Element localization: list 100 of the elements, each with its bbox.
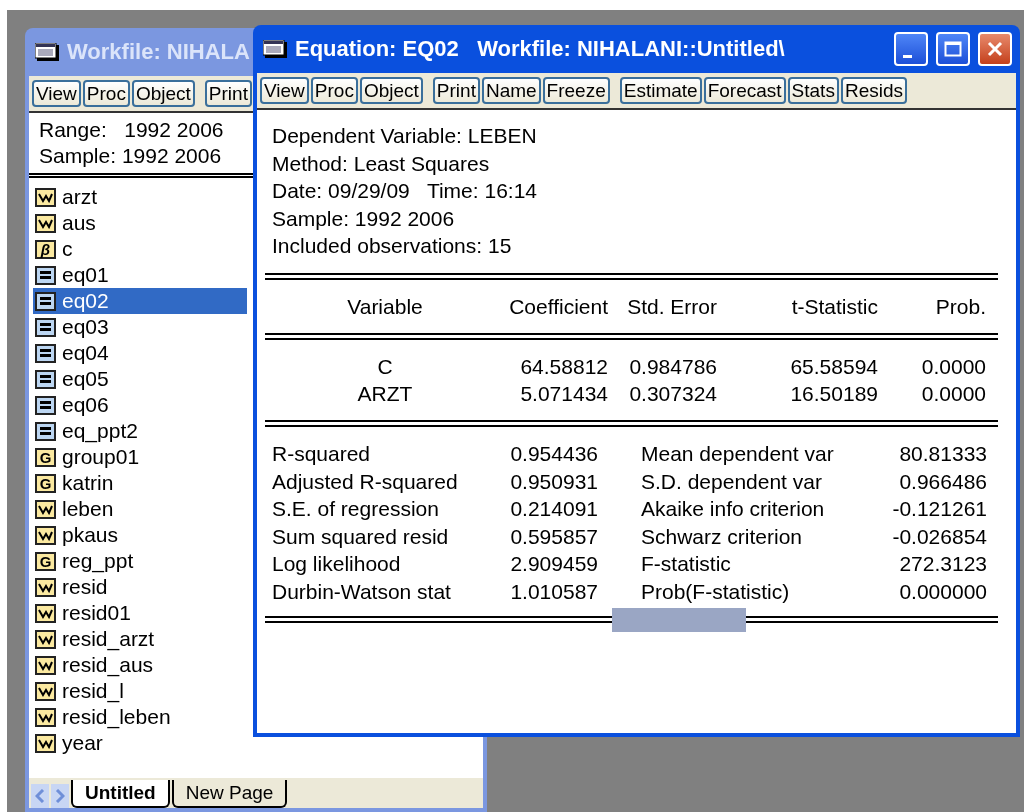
- object-name: eq05: [62, 367, 109, 391]
- chevron-left-icon: [35, 789, 45, 803]
- series-icon: [35, 213, 56, 233]
- minimize-button[interactable]: [894, 32, 928, 66]
- series-icon: [35, 603, 56, 623]
- toolbar-button[interactable]: Freeze: [542, 77, 610, 104]
- object-item[interactable]: arzt: [33, 184, 247, 210]
- object-item[interactable]: eq02: [33, 288, 247, 314]
- stat-label: Sum squared resid: [272, 523, 450, 550]
- object-item[interactable]: β c: [33, 236, 247, 262]
- object-name: pkaus: [62, 523, 119, 547]
- toolbar-button[interactable]: Forecast: [703, 77, 786, 104]
- object-item[interactable]: G katrin: [33, 470, 247, 496]
- table-cell-text: 0.0000: [920, 380, 986, 407]
- stat-value: -0.026854: [891, 523, 987, 550]
- object-name: resid_aus: [62, 653, 154, 677]
- table-cell-text: ARZT: [356, 380, 414, 407]
- toolbar-button[interactable]: Object: [131, 80, 195, 107]
- object-item[interactable]: year: [33, 730, 247, 756]
- object-item[interactable]: resid_arzt: [33, 626, 247, 652]
- header-line: Sample: 1992 2006: [272, 205, 455, 232]
- table-cell-text: 16.50189: [789, 380, 878, 407]
- object-item[interactable]: resid_aus: [33, 652, 247, 678]
- object-item[interactable]: eq03: [33, 314, 247, 340]
- close-button[interactable]: [978, 32, 1012, 66]
- toolbar-button[interactable]: Print: [204, 80, 252, 107]
- object-name: year: [62, 731, 103, 755]
- object-name: group01: [62, 445, 140, 469]
- series-icon: [35, 499, 56, 519]
- toolbar-button[interactable]: Object: [359, 77, 423, 104]
- stat-label: Akaike info criterion: [640, 496, 826, 523]
- column-header: Prob.: [934, 293, 986, 320]
- equation-icon: [35, 317, 56, 337]
- stat-value: 0.000000: [898, 578, 987, 605]
- header-line: Dependent Variable: LEBEN: [272, 123, 537, 149]
- stat-label: S.E. of regression: [272, 496, 440, 523]
- object-item[interactable]: pkaus: [33, 522, 247, 548]
- object-name: eq01: [62, 263, 109, 287]
- toolbar-button[interactable]: View: [32, 80, 81, 107]
- object-item[interactable]: eq_ppt2: [33, 418, 247, 444]
- object-item[interactable]: resid: [33, 574, 247, 600]
- series-icon: [35, 733, 56, 753]
- window-icon: [35, 43, 59, 61]
- stat-value: 0.595857: [509, 523, 598, 550]
- stat-value: 0.214091: [509, 496, 598, 523]
- equation-icon: [35, 265, 56, 285]
- series-icon: [35, 525, 56, 545]
- page-tab[interactable]: Untitled: [71, 780, 170, 808]
- column-header: Coefficient: [508, 293, 608, 320]
- toolbar-button[interactable]: View: [260, 77, 309, 104]
- table-cell-text: 65.58594: [789, 353, 878, 380]
- object-item[interactable]: resid_leben: [33, 704, 247, 730]
- table-cell-text: 5.071434: [519, 380, 608, 407]
- object-item[interactable]: leben: [33, 496, 247, 522]
- stat-label: Log likelihood: [272, 551, 402, 578]
- stat-label: Schwarz criterion: [640, 523, 804, 550]
- object-name: arzt: [62, 185, 97, 209]
- sample-text: Sample: 1992 2006: [39, 143, 222, 169]
- object-name: eq_ppt2: [62, 419, 138, 443]
- minimize-icon: [902, 54, 912, 58]
- object-item[interactable]: eq01: [33, 262, 247, 288]
- object-name: leben: [62, 497, 114, 521]
- table-cell-text: 64.58812: [519, 353, 608, 380]
- stat-value: 80.81333: [898, 440, 987, 467]
- toolbar-button[interactable]: Estimate: [619, 77, 702, 104]
- coefficient-icon: β: [35, 239, 56, 259]
- toolbar-button[interactable]: Print: [432, 77, 480, 104]
- object-name: c: [62, 237, 73, 261]
- object-item[interactable]: resid01: [33, 600, 247, 626]
- toolbar-button[interactable]: Stats: [787, 77, 839, 104]
- close-icon: [987, 41, 1003, 57]
- range-text: Range: 1992 2006: [39, 117, 224, 143]
- maximize-button[interactable]: [936, 32, 970, 66]
- toolbar-button[interactable]: Name: [481, 77, 541, 104]
- series-icon: [35, 681, 56, 701]
- object-item[interactable]: eq04: [33, 340, 247, 366]
- stat-label: S.D. dependent var: [640, 468, 823, 495]
- column-header: t-Statistic: [790, 293, 878, 320]
- equation-icon: [35, 343, 56, 363]
- object-item[interactable]: G group01: [33, 444, 247, 470]
- object-item[interactable]: G reg_ppt: [33, 548, 247, 574]
- table-cell-text: 0.984786: [628, 353, 717, 380]
- equation-icon: [35, 369, 56, 389]
- series-icon: [35, 629, 56, 649]
- toolbar-button[interactable]: Proc: [310, 77, 358, 104]
- object-name: resid_leben: [62, 705, 171, 729]
- chevron-right-icon: [55, 789, 65, 803]
- object-item[interactable]: resid_l: [33, 678, 247, 704]
- object-item[interactable]: aus: [33, 210, 247, 236]
- toolbar-button[interactable]: Proc: [82, 80, 130, 107]
- page-tab[interactable]: New Page: [171, 780, 288, 808]
- maximize-icon: [944, 41, 962, 57]
- column-header: Variable: [346, 293, 424, 320]
- object-name: katrin: [62, 471, 114, 495]
- object-item[interactable]: eq06: [33, 392, 247, 418]
- object-item[interactable]: eq05: [33, 366, 247, 392]
- toolbar-button[interactable]: Resids: [840, 77, 907, 104]
- series-icon: [35, 577, 56, 597]
- stat-label: Mean dependent var: [640, 440, 835, 467]
- equation-icon: [35, 421, 56, 441]
